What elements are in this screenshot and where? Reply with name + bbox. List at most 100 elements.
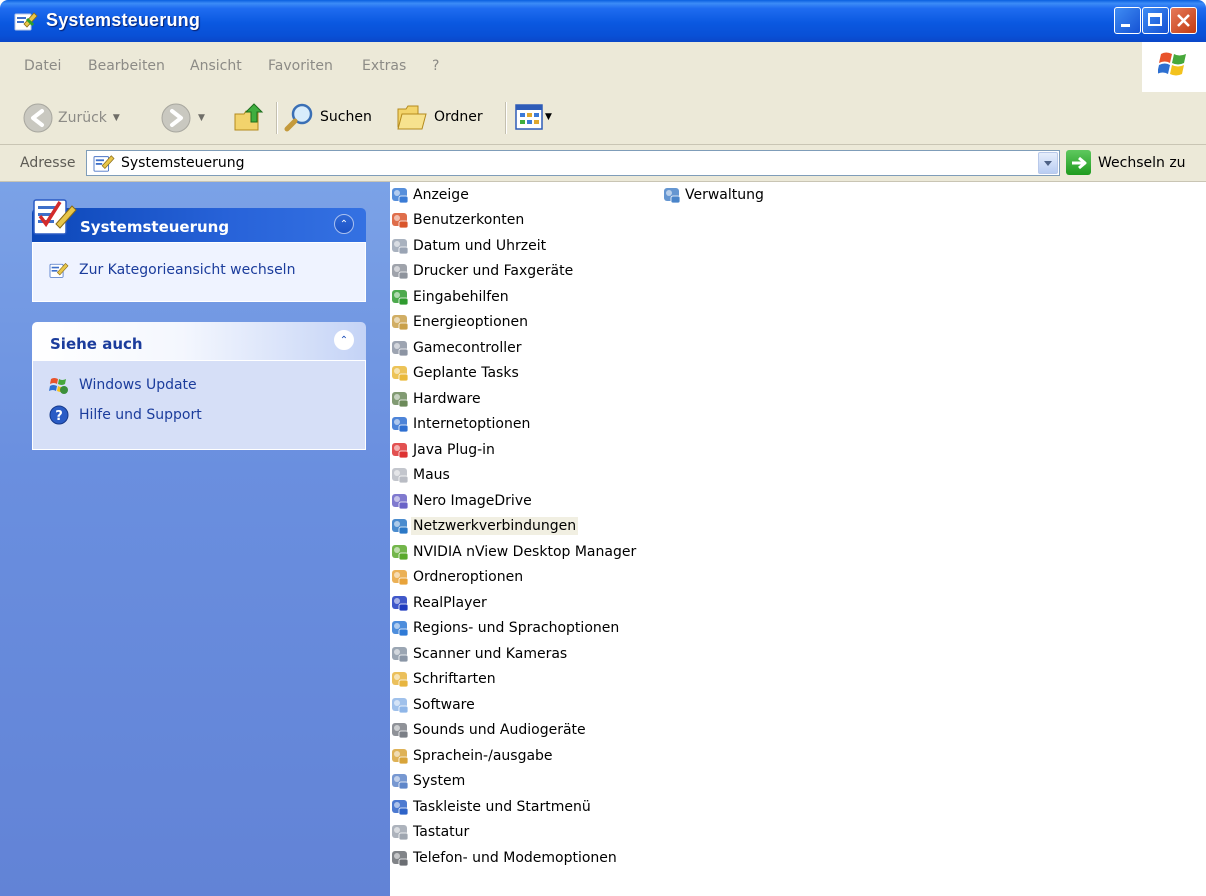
control-panel-item-label: Verwaltung [685,186,764,203]
minimize-button[interactable] [1114,7,1141,34]
control-panel-item-label: Hardware [413,390,481,407]
control-panel-item-label: Tastatur [413,824,470,840]
switch-to-category-view-link[interactable]: Zur Kategorieansicht wechseln [49,261,295,279]
control-panel-item-label: Gamecontroller [413,339,522,356]
help-icon: ? [49,405,69,425]
forward-dropdown-icon[interactable]: ▼ [198,113,205,123]
menu-datei[interactable]: Datei [24,58,61,74]
collapse-chevron-icon[interactable]: ⌃ [334,214,354,234]
see-also-panel-body: Windows Update ? Hilfe und Support [32,360,366,450]
back-dropdown-icon[interactable]: ▼ [113,113,120,123]
network-icon [390,516,410,536]
address-dropdown-button[interactable] [1038,152,1058,174]
control-panel-item[interactable]: Nero ImageDrive [390,488,534,513]
control-panel-item[interactable]: Gamecontroller [390,335,523,360]
software-icon [390,695,410,715]
control-panel-panel-header[interactable]: Systemsteuerung ⌃ [32,208,366,242]
control-panel-item[interactable]: Internetoptionen [390,412,532,437]
control-panel-item-label: System [413,773,466,789]
control-panel-item[interactable]: Telefon- und Modemoptionen [390,845,619,870]
maximize-button[interactable] [1142,7,1169,34]
accessibility-icon [390,287,410,307]
control-panel-item-label: RealPlayer [413,594,487,611]
windows-update-link[interactable]: Windows Update [49,375,197,395]
collapse-chevron-icon[interactable]: ⌃ [334,330,354,350]
control-panel-item-label: NVIDIA nView Desktop Manager [413,543,637,560]
search-button[interactable]: Suchen [284,101,372,133]
admin-tools-icon [662,185,682,205]
windows-flag-icon [1158,52,1186,76]
control-panel-item-label: Energieoptionen [413,314,528,330]
forward-button[interactable]: ▼ [160,102,205,134]
control-panel-item[interactable]: Geplante Tasks [390,361,521,386]
control-panel-item-label: Regions- und Sprachoptionen [413,620,620,636]
control-panel-item[interactable]: Scanner und Kameras [390,641,569,666]
toolbar-separator [505,102,507,134]
title-bar[interactable]: Systemsteuerung [0,0,1206,42]
control-panel-item-label: Internetoptionen [413,416,531,432]
switch-view-label: Zur Kategorieansicht wechseln [79,262,296,278]
control-panel-item[interactable]: System [390,769,467,794]
menu-favoriten[interactable]: Favoriten [268,58,333,74]
go-arrow-icon [1066,150,1091,175]
control-panel-item[interactable]: RealPlayer [390,590,489,615]
control-panel-item[interactable]: Software [390,692,477,717]
control-panel-item-label: Java Plug-in [413,441,495,458]
menu-extras[interactable]: Extras [362,58,406,74]
control-panel-item[interactable]: Verwaltung [662,182,766,207]
menu-help[interactable]: ? [432,58,439,74]
control-panel-item-label: Netzwerkverbindungen [411,517,579,535]
folders-button[interactable]: Ordner [396,101,483,133]
views-icon [515,104,543,130]
menu-bearbeiten[interactable]: Bearbeiten [88,58,165,74]
control-panel-item[interactable]: Sprachein-/ausgabe [390,743,555,768]
control-panel-item[interactable]: Schriftarten [390,667,498,692]
power-icon [390,312,410,332]
speech-icon [390,746,410,766]
menu-bar: Datei Bearbeiten Ansicht Favoriten Extra… [0,42,1206,93]
close-icon [1177,14,1190,27]
control-panel-item[interactable]: Ordneroptionen [390,565,525,590]
control-panel-item[interactable]: Eingabehilfen [390,284,511,309]
control-panel-item[interactable]: Anzeige [390,182,471,207]
control-panel-item[interactable]: Tastatur [390,820,471,845]
control-panel-item[interactable]: Hardware [390,386,483,411]
control-panel-item[interactable]: NVIDIA nView Desktop Manager [390,539,638,564]
see-also-panel-header[interactable]: Siehe auch ⌃ [32,322,366,360]
printer-icon [390,261,410,281]
control-panel-item[interactable]: Datum und Uhrzeit [390,233,548,258]
toolbar: Zurück ▼ ▼ Suchen Ordner ▼ [0,92,1206,145]
see-also-title: Siehe auch [50,335,143,353]
system-icon [390,771,410,791]
views-button[interactable]: ▼ [515,104,552,130]
up-folder-button[interactable] [232,100,266,134]
go-button[interactable]: Wechseln zu [1066,150,1186,175]
windows-update-icon [49,378,68,394]
control-panel-item[interactable]: Maus [390,463,452,488]
user-accounts-icon [390,210,410,230]
back-button[interactable]: Zurück ▼ [22,102,120,134]
control-panel-item[interactable]: Benutzerkonten [390,208,526,233]
control-panel-item[interactable]: Regions- und Sprachoptionen [390,616,621,641]
control-panel-item[interactable]: Taskleiste und Startmenü [390,794,593,819]
views-dropdown-icon[interactable]: ▼ [545,112,552,122]
address-input[interactable]: Systemsteuerung [86,150,1060,176]
menu-ansicht[interactable]: Ansicht [190,58,242,74]
help-and-support-label: Hilfe und Support [79,407,202,423]
fonts-folder-icon [390,669,410,689]
control-panel-item[interactable]: Energieoptionen [390,310,530,335]
control-panel-item[interactable]: Sounds und Audiogeräte [390,718,588,743]
close-button[interactable] [1170,7,1197,34]
back-arrow-icon [23,103,53,133]
control-panel-item[interactable]: Java Plug-in [390,437,497,462]
control-panel-panel-body: Zur Kategorieansicht wechseln [32,242,366,302]
task-pane: Systemsteuerung ⌃ Zur Kategorieansicht w… [0,182,390,896]
globe-icon [390,414,410,434]
control-panel-item-label: Nero ImageDrive [413,492,532,509]
folders-label: Ordner [434,109,483,125]
control-panel-item[interactable]: Netzwerkverbindungen [390,514,579,539]
nvidia-icon [390,542,410,562]
control-panel-item[interactable]: Drucker und Faxgeräte [390,259,575,284]
help-and-support-link[interactable]: ? Hilfe und Support [49,405,202,425]
control-panel-icon [49,262,69,278]
